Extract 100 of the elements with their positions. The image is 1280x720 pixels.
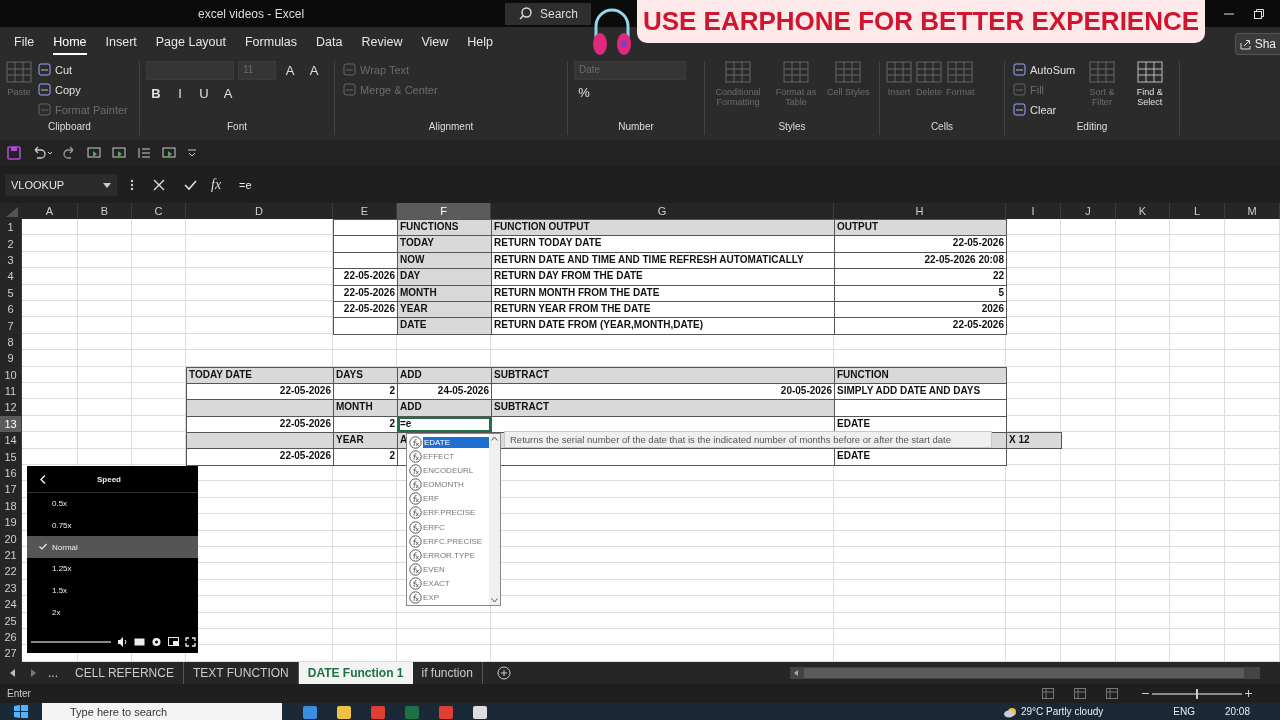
autocomplete-item[interactable]: EXACT [407, 576, 489, 591]
menu-tab[interactable]: Insert [97, 29, 145, 55]
volume-icon[interactable] [117, 637, 128, 647]
cancel-icon[interactable] [153, 179, 165, 191]
row-header[interactable]: 12 [0, 399, 22, 416]
back-icon[interactable] [40, 474, 46, 484]
row-header[interactable]: 4 [0, 268, 22, 285]
function-button[interactable]: fx [211, 177, 222, 193]
autocomplete-item[interactable]: EXP [407, 590, 489, 606]
menu-tab[interactable]: Review [353, 29, 411, 55]
glyph-button[interactable]: A [280, 61, 300, 81]
captions-icon[interactable] [134, 637, 145, 647]
miniplayer-icon[interactable] [168, 637, 179, 647]
row-header[interactable]: 1 [0, 219, 22, 236]
fullscreen-icon[interactable] [185, 637, 196, 647]
glyph-button[interactable]: A [304, 61, 324, 81]
menu-tab[interactable]: Data [308, 29, 351, 55]
settings-icon[interactable] [151, 637, 162, 647]
row-header[interactable]: 17 [0, 481, 22, 498]
autocomplete-item[interactable]: EFFECT [407, 449, 489, 464]
row-header[interactable]: 7 [0, 317, 22, 334]
row-header[interactable]: 14 [0, 432, 22, 449]
speed-option[interactable]: 0.5x [27, 493, 198, 515]
row-header[interactable]: 2 [0, 235, 22, 252]
ribbon-button[interactable]: Cut [36, 61, 130, 78]
row-header[interactable]: 25 [0, 612, 22, 629]
speed-option[interactable]: 0.75x [27, 514, 198, 537]
column-header[interactable]: A [22, 203, 78, 219]
seek-bar-icon[interactable] [31, 640, 111, 644]
scroll-down-icon[interactable] [491, 598, 498, 603]
column-header[interactable]: K [1116, 203, 1170, 219]
column-header[interactable]: J [1061, 203, 1116, 219]
menu-tab[interactable]: View [413, 29, 457, 55]
row-header[interactable]: 9 [0, 350, 22, 367]
customize-icon[interactable] [187, 148, 197, 158]
scroll-up-icon[interactable] [491, 436, 498, 441]
menu-tab[interactable]: File [6, 29, 43, 55]
autocomplete-item[interactable]: ERFC [407, 520, 489, 535]
previous-sheet-icon[interactable] [10, 669, 16, 677]
autocomplete-item[interactable]: EVEN [407, 562, 489, 577]
horizontal-scrollbar-icon[interactable] [790, 667, 1260, 679]
add-sheet-icon[interactable] [496, 666, 511, 680]
share-button[interactable]: Sha [1234, 33, 1280, 55]
glyph-button[interactable]: U [194, 84, 214, 104]
speed-option[interactable]: 1.25x [27, 558, 198, 580]
shape-icon[interactable] [162, 146, 177, 160]
glyph-button[interactable]: I [170, 84, 190, 104]
ribbon-button[interactable]: Clear [1011, 101, 1078, 118]
zoom-out-icon[interactable] [1142, 690, 1149, 697]
zoom-in-icon[interactable] [1245, 690, 1252, 697]
page-break-icon[interactable] [1106, 688, 1118, 699]
ribbon-button[interactable]: Find & Select [1126, 61, 1173, 121]
column-header[interactable]: D [186, 203, 333, 219]
taskbar-search-field[interactable]: Type here to search [42, 703, 282, 720]
row-header[interactable]: 19 [0, 514, 22, 531]
speed-option[interactable]: 1.5x [27, 579, 198, 602]
search-box[interactable]: Search [505, 2, 591, 25]
menu-tab[interactable]: Page Layout [147, 29, 234, 55]
autocomplete-item[interactable]: ENCODEURL [407, 463, 489, 478]
column-header[interactable]: C [132, 203, 186, 219]
sheet-tab[interactable]: DATE Function 1 [298, 662, 413, 684]
app-icon[interactable] [472, 704, 488, 719]
autocomplete-item[interactable]: ERF [407, 491, 489, 506]
shape-icon[interactable] [112, 146, 127, 160]
speed-option[interactable]: 2x [27, 601, 198, 624]
column-header[interactable]: E [333, 203, 397, 219]
ribbon-button[interactable]: Copy [36, 81, 130, 98]
ribbon-button[interactable]: AutoSum [1011, 61, 1078, 78]
autocomplete-item[interactable]: EOMONTH [407, 477, 489, 492]
page-layout-icon[interactable] [1074, 688, 1086, 699]
column-header[interactable]: I [1006, 203, 1061, 219]
row-header[interactable]: 15 [0, 448, 22, 465]
column-header[interactable]: L [1170, 203, 1225, 219]
menu-tab[interactable]: Formulas [236, 29, 306, 55]
row-header[interactable]: 20 [0, 530, 22, 547]
column-header[interactable]: B [78, 203, 132, 219]
column-header[interactable]: M [1225, 203, 1280, 219]
column-header[interactable]: H [834, 203, 1006, 219]
autocomplete-item[interactable]: ERFC.PRECISE [407, 534, 489, 549]
column-header[interactable]: G [491, 203, 834, 219]
glyph-button[interactable]: A [218, 84, 238, 104]
language-indicator[interactable]: ENG [1173, 706, 1195, 717]
next-sheet-icon[interactable] [30, 669, 36, 677]
glyph-button[interactable]: B [146, 84, 166, 104]
clock[interactable]: 20:08 [1224, 706, 1250, 717]
column-header[interactable]: F [397, 203, 491, 219]
normal-view-icon[interactable] [1042, 688, 1054, 699]
shape-icon[interactable] [87, 146, 102, 160]
row-header[interactable]: 22 [0, 563, 22, 580]
save-icon[interactable] [7, 146, 21, 160]
more-sheets-button[interactable]: ... [48, 666, 58, 680]
speed-option[interactable]: Normal [27, 536, 198, 559]
list-icon[interactable] [137, 146, 152, 160]
formula-input[interactable]: =e [239, 179, 252, 191]
menu-tab[interactable]: Help [459, 29, 502, 55]
glyph-button[interactable]: % [574, 83, 594, 103]
name-box[interactable]: VLOOKUP [5, 174, 117, 196]
menu-tab[interactable]: Home [45, 29, 95, 55]
autocomplete-item[interactable]: ERF.PRECISE [407, 505, 489, 521]
autocomplete-item[interactable]: ERROR.TYPE [407, 548, 489, 563]
